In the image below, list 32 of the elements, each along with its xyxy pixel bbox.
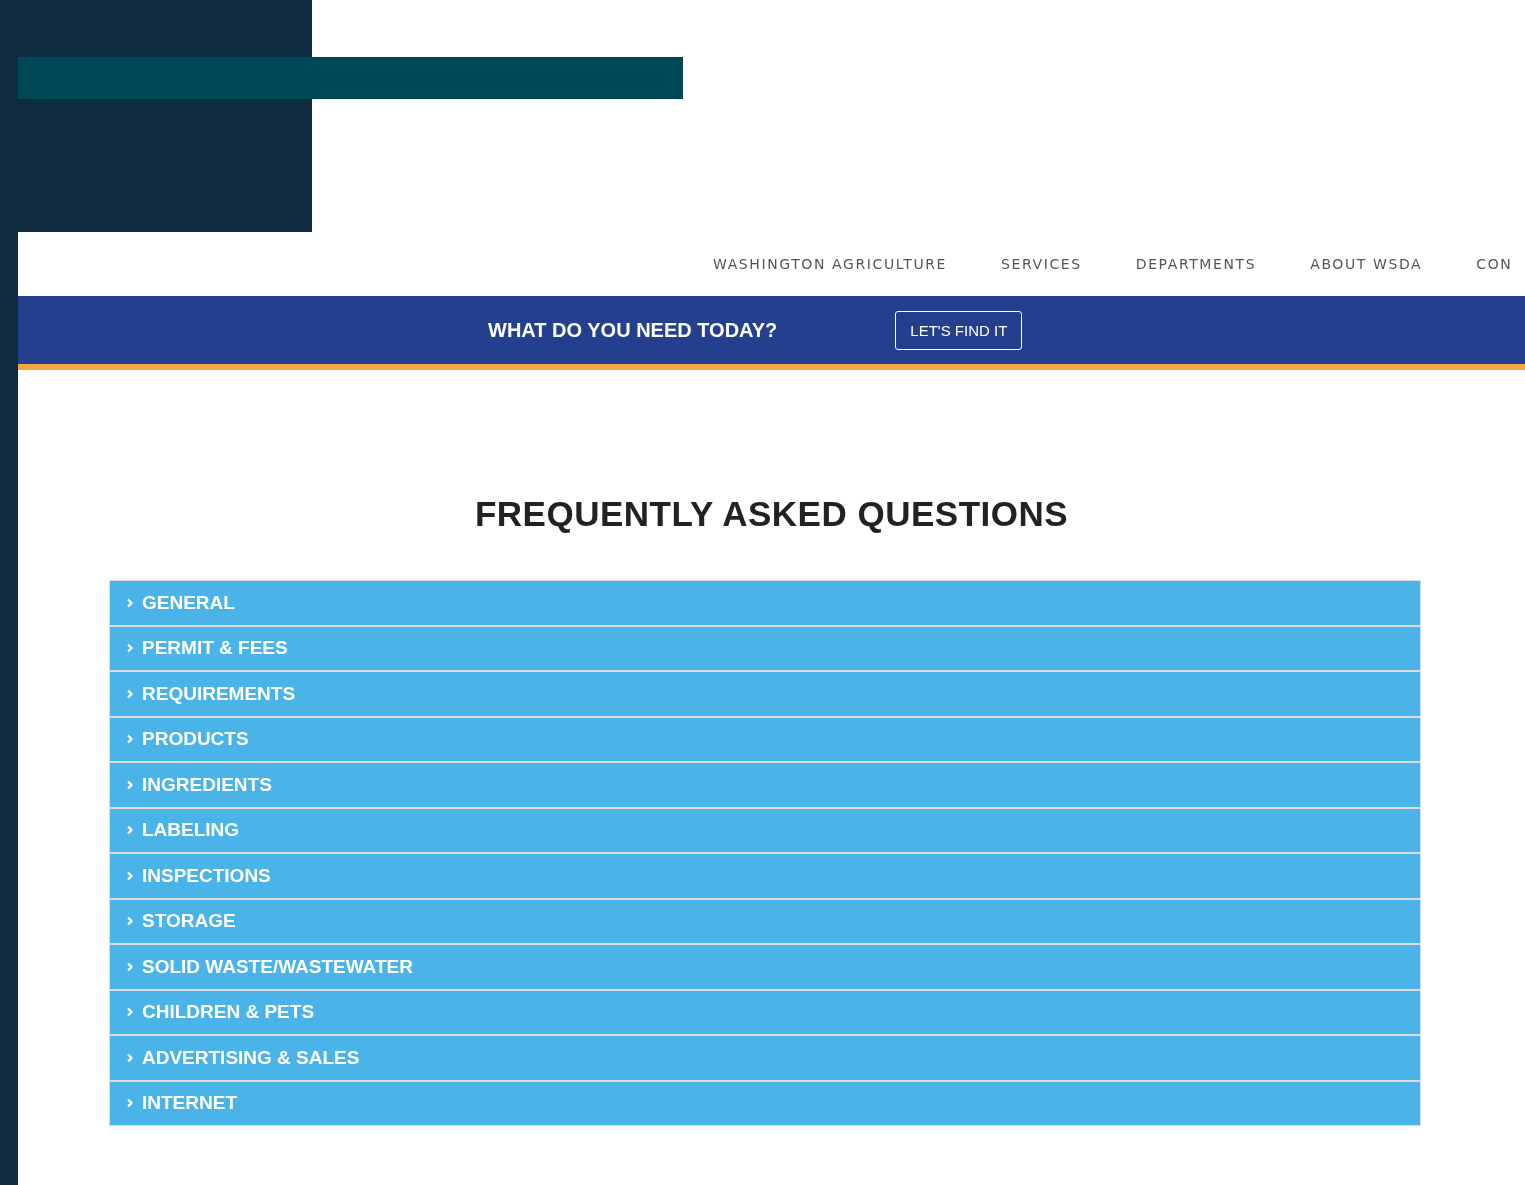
nav-link[interactable]: WASHINGTON AGRICULTURE [713, 256, 948, 272]
find-button[interactable]: LET'S FIND IT [895, 310, 1023, 350]
chevron-icon [126, 870, 134, 881]
accordion-item[interactable]: PRODUCTS [110, 717, 1420, 761]
accordion-item[interactable]: STORAGE [110, 899, 1420, 943]
chevron-icon [126, 961, 134, 972]
chevron-icon [126, 597, 134, 608]
accordion-item[interactable]: PERMIT & FEES [110, 626, 1420, 670]
accordion-item[interactable]: GENERAL [110, 581, 1420, 625]
accordion-item[interactable]: SOLID WASTE/WASTEWATER [110, 945, 1420, 989]
chevron-icon [126, 1007, 134, 1018]
accordion-item[interactable]: LABELING [110, 808, 1420, 852]
accordion-item[interactable]: CHILDREN & PETS [110, 990, 1420, 1034]
chevron-icon [126, 916, 134, 927]
accordion-item[interactable]: INSPECTIONS [110, 854, 1420, 898]
banner-heading: WHAT DO YOU NEED TODAY? [488, 318, 778, 342]
accordion-item[interactable]: ADVERTISING & SALES [110, 1036, 1420, 1080]
accordion-item[interactable]: INGREDIENTS [110, 763, 1420, 807]
chevron-icon [126, 734, 134, 745]
nav-link[interactable]: SERVICES [1001, 256, 1082, 272]
accordion-item[interactable]: INTERNET [110, 1081, 1420, 1125]
chevron-icon [126, 1098, 134, 1109]
accordion-item[interactable]: REQUIREMENTS [110, 672, 1420, 716]
chevron-icon [126, 643, 134, 654]
chevron-icon [126, 1052, 134, 1063]
chevron-icon [126, 779, 134, 790]
faq-heading: FREQUENTLY ASKED QUESTIONS [473, 494, 1070, 534]
chevron-icon [126, 825, 134, 836]
nav-link[interactable]: CON [1476, 256, 1513, 272]
nav-link[interactable]: ABOUT WSDA [1310, 256, 1423, 272]
chevron-icon [126, 688, 134, 699]
nav-link[interactable]: DEPARTMENTS [1135, 256, 1257, 272]
